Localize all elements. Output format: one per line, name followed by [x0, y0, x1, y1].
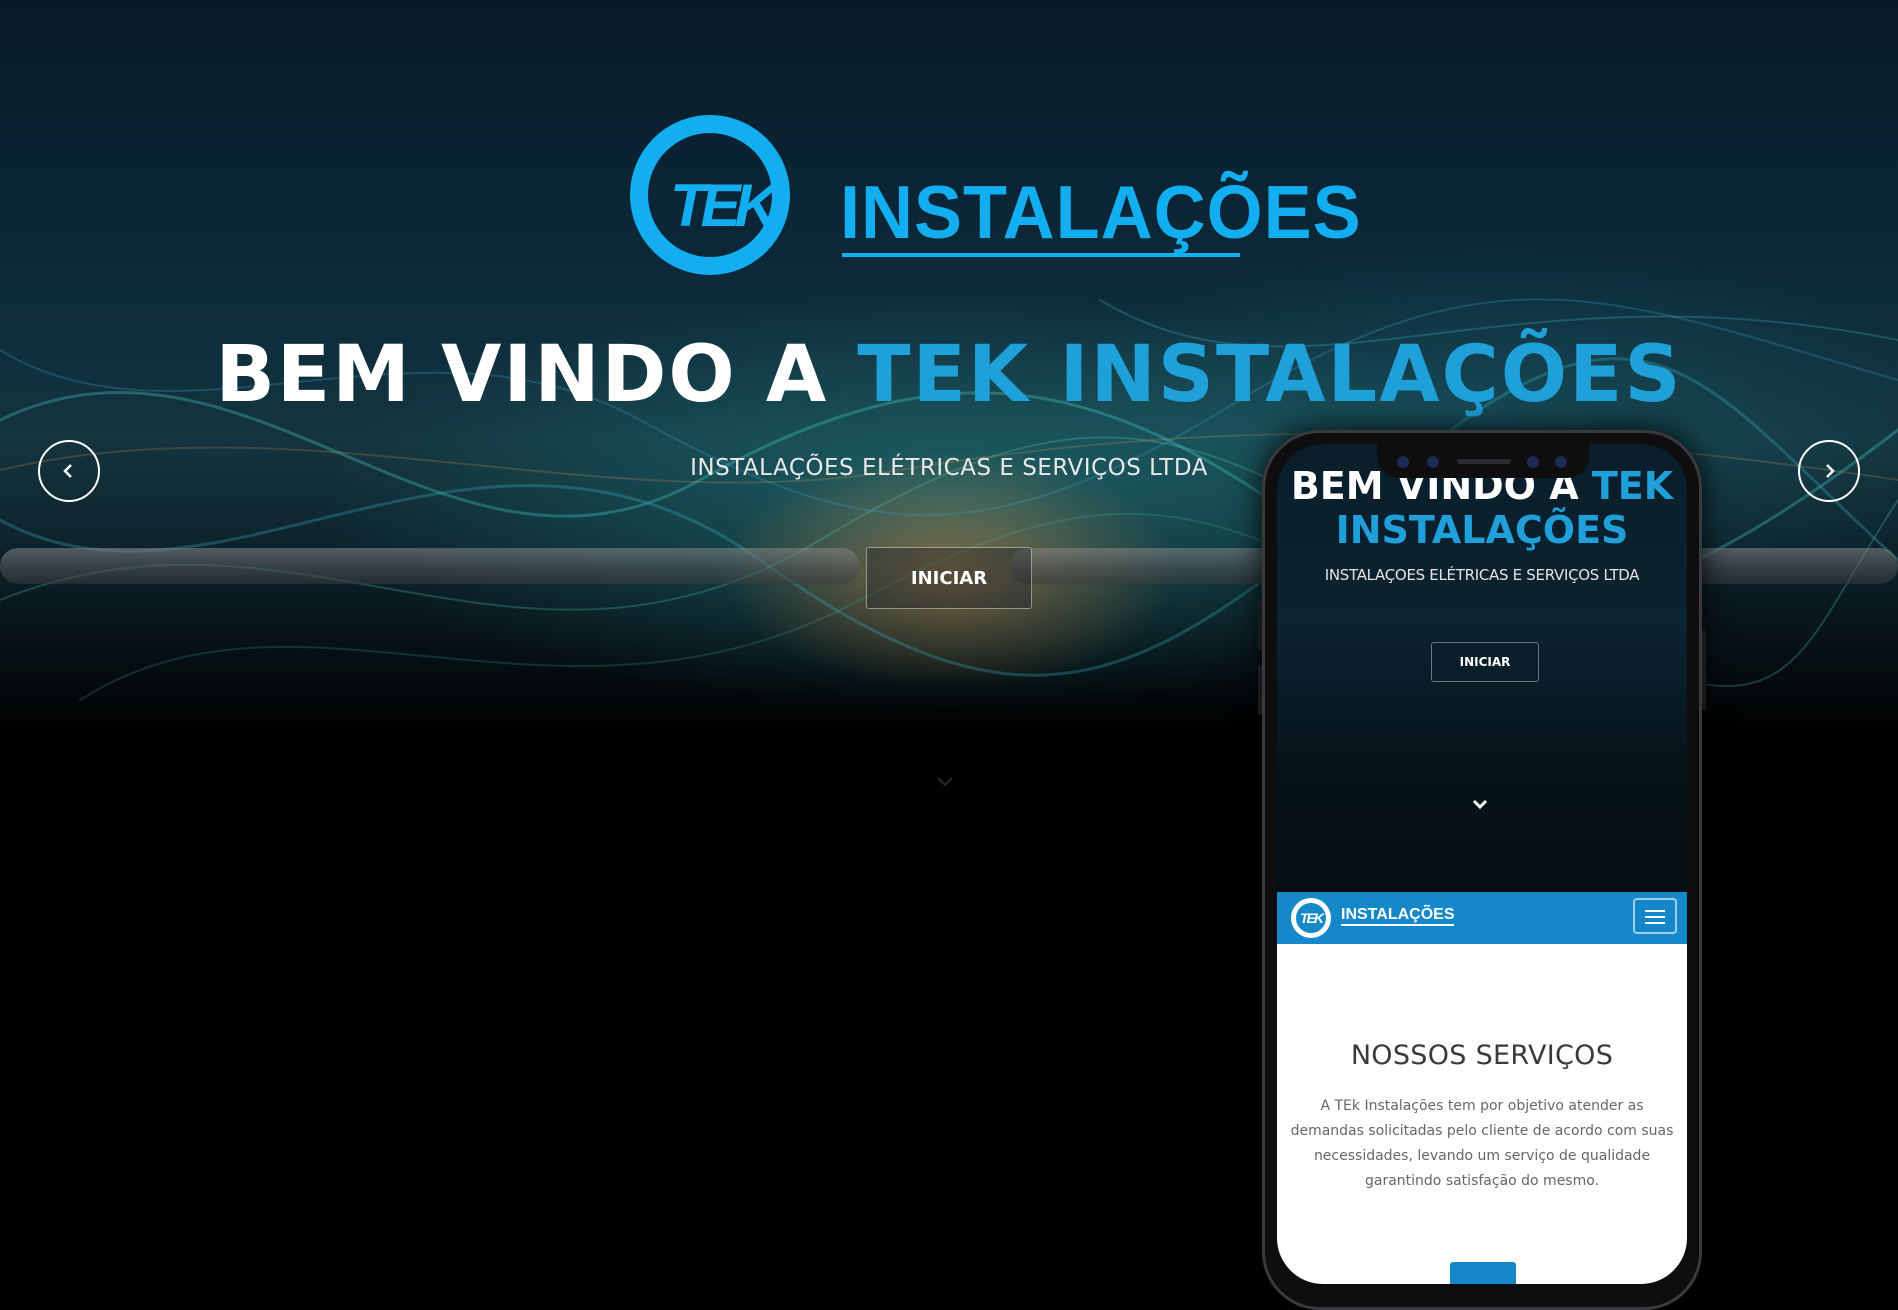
- carousel-prev-button[interactable]: [38, 440, 100, 502]
- phone-iniciar-button[interactable]: INICIAR: [1431, 642, 1539, 682]
- chevron-down-icon: [937, 777, 953, 787]
- phone-navbar: TEK INSTALAÇÕES: [1277, 892, 1687, 944]
- services-description: A TEk Instalações tem por objetivo atend…: [1290, 1098, 1674, 1189]
- brand-logo: TEK INSTALAÇÕES: [630, 115, 1361, 320]
- hamburger-menu-icon: [1645, 910, 1665, 912]
- speaker-icon: [1457, 459, 1511, 464]
- phone-hero: BEM VINDO A TEK INSTALAÇÕES INSTALAÇOES …: [1277, 444, 1687, 892]
- phone-logo-ring: TEK: [1291, 898, 1331, 938]
- camera-icon: [1427, 456, 1439, 468]
- iniciar-button[interactable]: INICIAR: [866, 547, 1032, 609]
- services-button[interactable]: [1450, 1262, 1516, 1284]
- headline-prefix: BEM VINDO A: [215, 330, 829, 420]
- chevron-left-icon: [63, 464, 72, 478]
- carousel-next-button[interactable]: [1798, 440, 1860, 502]
- chevron-down-icon: [1472, 799, 1488, 810]
- phone-services-section: NOSSOS SERVIÇOS A TEk Instalações tem po…: [1277, 944, 1687, 1284]
- logo-ring: TEK: [630, 115, 790, 275]
- headline-accent: TEK INSTALAÇÕES: [857, 330, 1683, 420]
- left-cable: [0, 548, 860, 584]
- sensor-icon: [1555, 456, 1567, 468]
- phone-scroll-down-button[interactable]: [1470, 792, 1490, 816]
- logo-mark: TEK: [670, 172, 778, 239]
- camera-icon: [1397, 456, 1409, 468]
- phone-screen: BEM VINDO A TEK INSTALAÇÕES INSTALAÇOES …: [1277, 444, 1687, 1284]
- phone-logo-wordmark: INSTALAÇÕES: [1341, 906, 1455, 926]
- hamburger-menu-icon: [1645, 922, 1665, 924]
- services-title: NOSSOS SERVIÇOS: [1350, 1040, 1614, 1071]
- phone-notch: [1377, 444, 1589, 478]
- hamburger-menu-icon: [1645, 916, 1665, 918]
- sensor-icon: [1527, 456, 1539, 468]
- logo-underline: [842, 253, 1240, 257]
- hero-headline: BEM VINDO A TEK INSTALAÇÕES: [0, 330, 1898, 420]
- phone-mockup: BEM VINDO A TEK INSTALAÇÕES INSTALAÇOES …: [1258, 430, 1706, 1310]
- scroll-down-button[interactable]: [935, 772, 955, 793]
- phone-subtitle: INSTALAÇOES ELÉTRICAS E SERVIÇOS LTDA: [1324, 566, 1640, 584]
- chevron-right-icon: [1826, 464, 1835, 478]
- hamburger-menu-button[interactable]: [1633, 898, 1677, 934]
- phone-logo-mark: TEK: [1300, 910, 1324, 926]
- logo-wordmark: INSTALAÇÕES: [840, 171, 1362, 255]
